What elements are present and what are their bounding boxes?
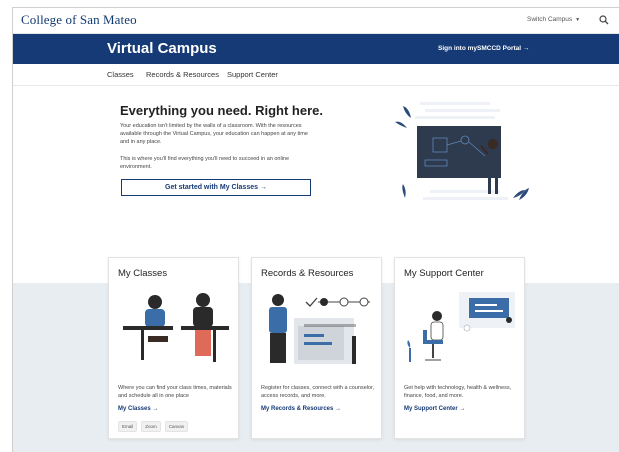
site-title[interactable]: Virtual Campus — [107, 40, 217, 57]
tag-canvas[interactable]: Canvas — [164, 421, 189, 432]
my-classes-link[interactable]: My Classes → — [118, 406, 158, 412]
card-my-classes[interactable]: My Classes Where you can find your class… — [108, 257, 239, 439]
page-frame: College of San Mateo Switch Campus ▼ Virt… — [12, 7, 619, 452]
caret-down-icon: ▼ — [575, 17, 581, 23]
classroom-illustration — [395, 102, 529, 200]
search-icon[interactable] — [599, 15, 609, 25]
card-description: Where you can find your class times, mat… — [118, 385, 232, 399]
switch-campus-label: Switch Campus — [527, 16, 573, 23]
site-header: Virtual Campus Sign into mySMCCD Portal … — [13, 34, 619, 64]
support-chat-illustration — [407, 292, 515, 362]
hero-paragraph: Your education isn't limited by the wall… — [120, 123, 308, 145]
tag-zoom[interactable]: Zoom — [141, 421, 161, 432]
top-bar: College of San Mateo Switch Campus ▼ — [13, 8, 619, 34]
main-nav: Classes Records & Resources Support Cent… — [13, 64, 619, 86]
switch-campus-dropdown[interactable]: Switch Campus ▼ — [527, 16, 580, 23]
progress-steps-graphic — [305, 297, 370, 307]
card-description: Register for classes, connect with a cou… — [261, 385, 375, 399]
tag-list: Email Zoom Canvas — [118, 421, 189, 432]
students-illustration — [123, 293, 229, 362]
card-title: Records & Resources — [261, 268, 354, 279]
get-started-button[interactable]: Get started with My Classes → — [121, 179, 311, 196]
nav-item-classes[interactable]: Classes — [107, 70, 134, 79]
college-logo[interactable]: College of San Mateo — [21, 12, 137, 28]
my-support-center-link[interactable]: My Support Center → — [404, 406, 465, 412]
records-illustration — [269, 294, 370, 364]
nav-item-records-resources[interactable]: Records & Resources — [146, 70, 219, 79]
nav-item-support-center[interactable]: Support Center — [227, 70, 278, 79]
card-title: My Classes — [118, 268, 168, 279]
card-records-resources[interactable]: Records & Resources Register for classes… — [251, 257, 382, 439]
hero-paragraph: This is where you'll find everything you… — [120, 156, 290, 170]
card-support-center[interactable]: My Support Center Get help with technolo… — [394, 257, 525, 439]
tag-email[interactable]: Email — [118, 421, 138, 432]
hero-title: Everything you need. Right here. — [120, 103, 323, 118]
my-records-resources-link[interactable]: My Records & Resources → — [261, 406, 341, 412]
portal-signin-link[interactable]: Sign into mySMCCD Portal → — [438, 45, 529, 52]
card-description: Get help with technology, health & welln… — [404, 385, 512, 399]
card-title: My Support Center — [404, 268, 484, 279]
